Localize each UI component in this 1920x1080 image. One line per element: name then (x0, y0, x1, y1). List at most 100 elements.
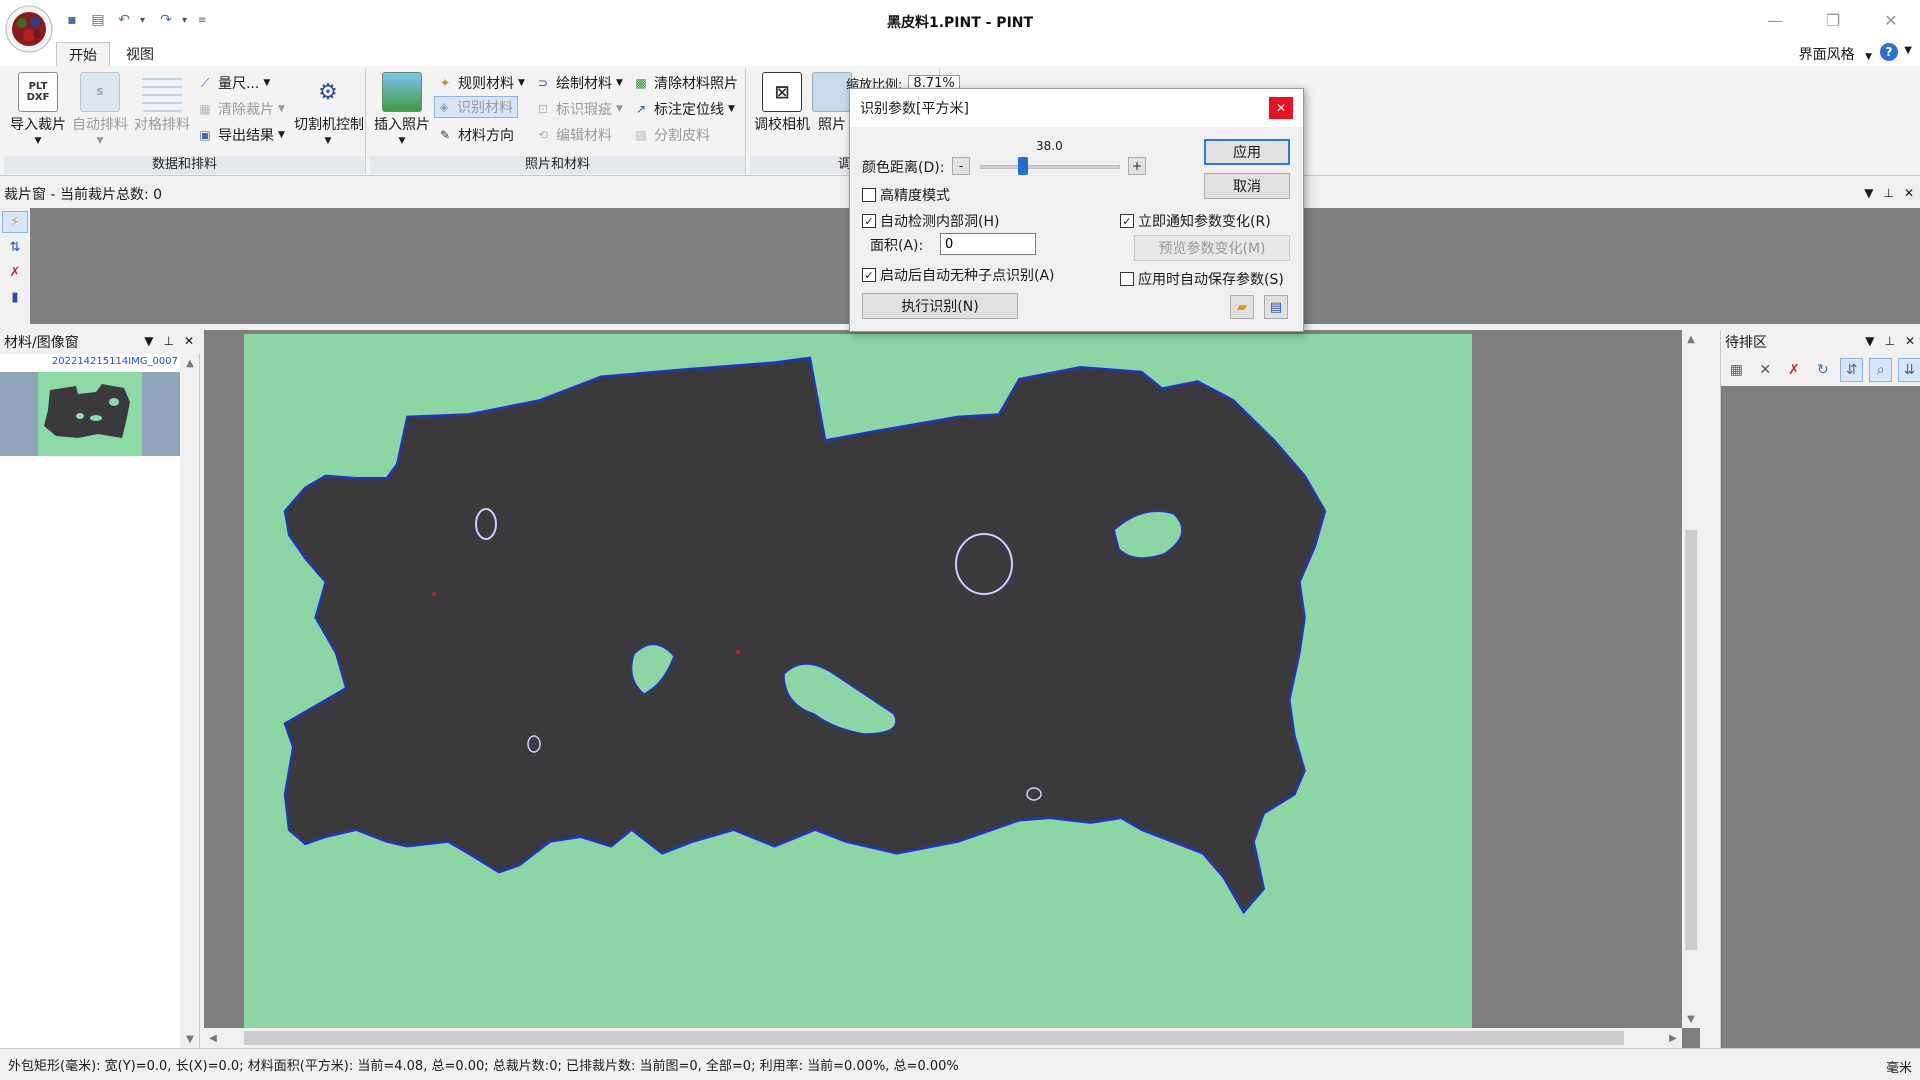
notify-change-checkbox[interactable]: ✓ 立即通知参数变化(R) (1120, 211, 1271, 231)
pin-icon[interactable]: ⊥ (163, 334, 173, 348)
direction-icon: ✎ (439, 128, 451, 142)
main-canvas-pane: ▲ ▼ ◀ ▶ (204, 330, 1700, 1048)
list-item[interactable] (0, 372, 180, 456)
add-to-queue-icon[interactable]: ▦ (1725, 358, 1748, 382)
scroll-up-icon[interactable]: ▲ (1682, 330, 1700, 348)
leather-outline-drawing (283, 356, 1327, 915)
canvas-hscroll-thumb[interactable] (244, 1031, 1624, 1045)
help-icon[interactable]: ? (1880, 43, 1898, 61)
minimize-icon[interactable]: — (1746, 0, 1804, 40)
high-precision-checkbox[interactable]: 高精度模式 (862, 185, 950, 205)
refresh-icon[interactable]: ↻ (1811, 358, 1834, 382)
sort-queue-icon[interactable]: ⇵ (1840, 358, 1864, 382)
piece-info-icon[interactable]: ▮ (2, 286, 28, 308)
chevron-down-icon: ▼ (728, 104, 735, 114)
material-photo-canvas[interactable] (244, 334, 1472, 1028)
delete-piece-icon[interactable]: ✗ (2, 261, 28, 283)
measure-button[interactable]: ⟋ 量尺... ▼ (196, 72, 270, 94)
remove-icon[interactable]: ✕ (1754, 358, 1777, 382)
tab-home[interactable]: 开始 (56, 42, 110, 66)
mark-locator-button[interactable]: ↗ 标注定位线 ▼ (632, 98, 735, 120)
checkbox-box: ✓ (862, 214, 876, 228)
draw-material-button[interactable]: ⊃ 绘制材料 ▼ (534, 72, 623, 94)
chevron-down-icon[interactable]: ▼ (1904, 45, 1912, 56)
auto-holes-checkbox[interactable]: ✓ 自动检测内部洞(H) (862, 211, 999, 231)
cutter-machine-icon: ⚙ (318, 79, 338, 105)
recognize-material-button[interactable]: ◈ 识别材料 (434, 96, 518, 118)
split-leather-button[interactable]: ▨ 分割皮料 (632, 124, 710, 146)
color-distance-slider-thumb[interactable] (1018, 157, 1029, 175)
chevron-down-icon[interactable]: ▼ (1864, 186, 1873, 200)
mark-defect-button[interactable]: ⊡ 标识瑕疵 ▼ (534, 98, 623, 120)
edit-material-button[interactable]: ⟲ 编辑材料 (534, 124, 612, 146)
apply-button[interactable]: 应用 (1204, 139, 1290, 165)
sort-icon[interactable]: ⇅ (2, 236, 28, 258)
grid-nest-button[interactable]: 对格排料 (132, 72, 192, 152)
queue-pane-header: 待排区 ▼ ⊥ ✕ (1721, 330, 1920, 354)
tab-view[interactable]: 视图 (114, 42, 166, 66)
arrange-icon[interactable]: ⇊ (1898, 358, 1920, 382)
window-controls: — ❐ ✕ (1746, 0, 1920, 40)
chevron-down-icon[interactable]: ▼ (1865, 334, 1874, 348)
material-item-name[interactable]: 202214215114IMG_0007 (0, 356, 180, 367)
close-icon[interactable]: ✕ (1904, 186, 1914, 200)
scroll-down-icon[interactable]: ▼ (1682, 1010, 1700, 1028)
zoom-queue-icon[interactable]: ⌕ (1869, 358, 1893, 382)
calibrate-camera-button[interactable]: ⊠ 调校相机 (752, 72, 812, 152)
scroll-up-icon[interactable]: ▲ (181, 354, 199, 372)
insert-photo-button[interactable]: 插入照片 ▼ (372, 72, 432, 152)
canvas-vertical-scrollbar[interactable]: ▲ ▼ (1682, 330, 1700, 1028)
dialog-close-button[interactable]: ✕ (1269, 97, 1293, 119)
color-distance-increase-button[interactable]: + (1128, 157, 1146, 175)
restore-icon[interactable]: ❐ (1804, 0, 1862, 40)
execute-recognition-button[interactable]: 执行识别(N) (862, 293, 1018, 319)
material-direction-button[interactable]: ✎ 材料方向 (436, 124, 514, 146)
scroll-right-icon[interactable]: ▶ (1664, 1029, 1682, 1047)
status-unit[interactable]: 毫米 (1886, 1057, 1912, 1076)
auto-nest-button[interactable]: S 自动排料 ▼ (70, 72, 130, 152)
area-input[interactable] (940, 233, 1036, 255)
scroll-down-icon[interactable]: ▼ (181, 1030, 199, 1048)
checkbox-box (1120, 272, 1134, 286)
canvas-vscroll-thumb[interactable] (1685, 530, 1697, 950)
queue-list[interactable] (1721, 386, 1920, 1048)
material-list-scrollbar[interactable]: ▲ ▼ (181, 354, 199, 1048)
color-distance-decrease-button[interactable]: - (952, 157, 970, 175)
close-icon[interactable]: ✕ (1862, 0, 1920, 40)
close-icon[interactable]: ✕ (184, 334, 194, 348)
chevron-down-icon[interactable]: ▼ (144, 334, 153, 348)
clear-photo-icon: ▩ (635, 76, 647, 90)
ribbon-tabs: 开始 视图 界面风格 ▼ ? ▼ (0, 40, 1920, 66)
dialog-title-bar[interactable]: 识别参数[平方米] (850, 89, 1303, 127)
import-pieces-button[interactable]: PLT DXF 导入裁片 ▼ (8, 72, 68, 152)
calibrate-icon: ⊠ (762, 72, 802, 112)
clear-photo-button[interactable]: ▩ 清除材料照片 (632, 72, 738, 94)
app-menu-button[interactable] (4, 4, 54, 64)
pieces-toolbar: ⚡ ⇅ ✗ ▮ (0, 208, 30, 324)
regular-material-button[interactable]: ✦ 规则材料 ▼ (436, 72, 525, 94)
save-params-icon[interactable]: ▤ (1264, 295, 1288, 319)
checkbox-box (862, 188, 876, 202)
clear-pieces-button[interactable]: ▦ 清除裁片 ▼ (196, 98, 285, 120)
export-result-button[interactable]: ▣ 导出结果 ▼ (196, 124, 285, 146)
ui-style-menu[interactable]: 界面风格 ▼ (1799, 44, 1872, 64)
canvas-horizontal-scrollbar[interactable]: ◀ ▶ (204, 1028, 1682, 1048)
color-distance-slider[interactable] (980, 165, 1120, 169)
remove-all-icon[interactable]: ✗ (1783, 358, 1806, 382)
close-icon[interactable]: ✕ (1905, 334, 1915, 348)
clear-pieces-icon: ▦ (199, 102, 211, 116)
split-icon: ▨ (635, 128, 647, 142)
lightning-icon[interactable]: ⚡ (2, 211, 28, 233)
cutter-control-button[interactable]: ⚙ 切割机控制 ▼ (294, 72, 364, 152)
queue-toolbar: ▦ ✕ ✗ ↻ ⇵ ⌕ ⇊ (1721, 358, 1920, 384)
cancel-button[interactable]: 取消 (1204, 173, 1290, 199)
pin-icon[interactable]: ⊥ (1883, 186, 1893, 200)
auto-save-checkbox[interactable]: 应用时自动保存参数(S) (1120, 269, 1284, 289)
preview-change-button[interactable]: 预览参数变化(M) (1134, 235, 1290, 261)
auto-seedless-checkbox[interactable]: ✓ 启动后自动无种子点识别(A) (862, 265, 1055, 285)
open-folder-icon[interactable]: ▰ (1230, 295, 1254, 319)
scroll-left-icon[interactable]: ◀ (204, 1029, 222, 1047)
pin-icon[interactable]: ⊥ (1884, 334, 1894, 348)
status-text: 外包矩形(毫米): 宽(Y)=0.0, 长(X)=0.0; 材料面积(平方米):… (8, 1059, 959, 1074)
locator-line-icon: ↗ (635, 102, 647, 116)
